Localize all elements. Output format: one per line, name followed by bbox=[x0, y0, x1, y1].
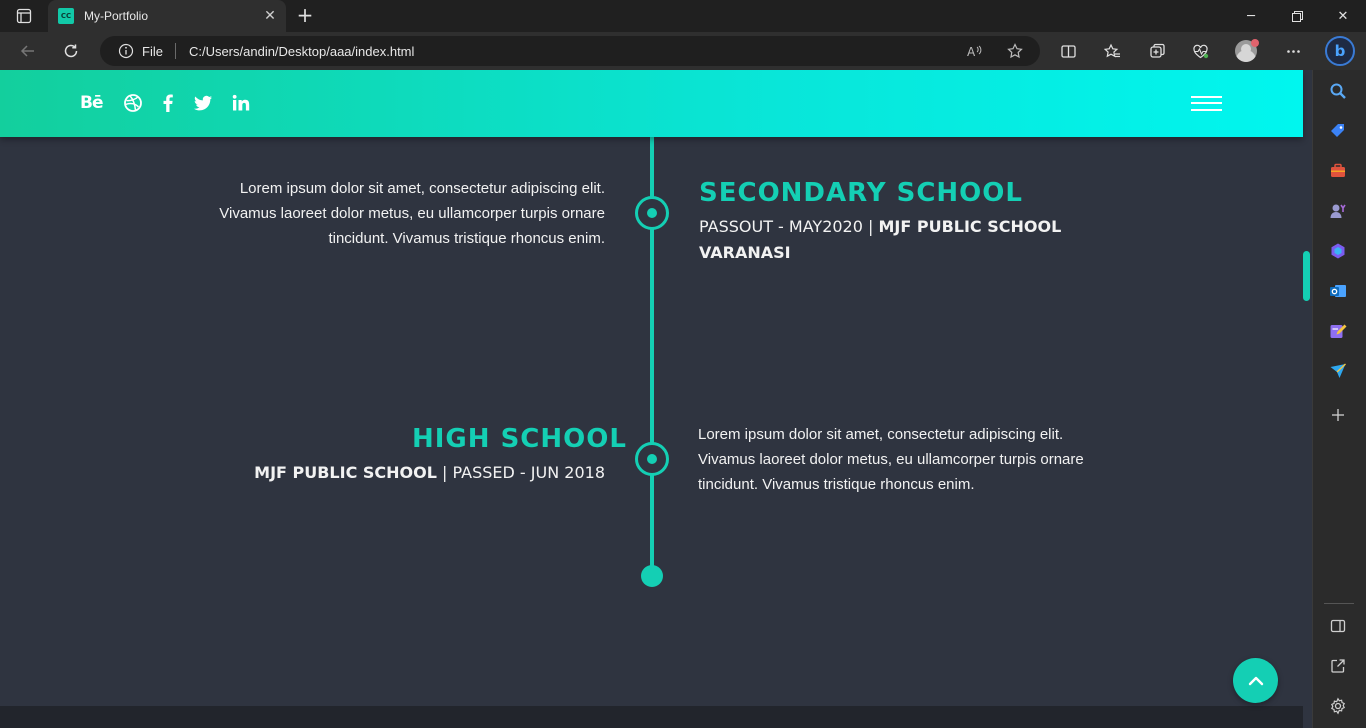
title-bar: CC My-Portfolio ✕ + ─ ✕ bbox=[0, 0, 1366, 32]
tab-title: My-Portfolio bbox=[84, 9, 149, 23]
settings-gear-icon[interactable] bbox=[1328, 696, 1348, 716]
site-header: Bē bbox=[0, 70, 1303, 137]
favorites-icon[interactable] bbox=[1102, 41, 1122, 61]
split-screen-icon[interactable] bbox=[1058, 41, 1078, 61]
tab-close-icon[interactable]: ✕ bbox=[262, 8, 278, 24]
high-school-title: HIGH SCHOOL bbox=[412, 424, 627, 454]
secondary-passout: PASSOUT - MAY2020 bbox=[699, 217, 863, 236]
more-options-icon[interactable] bbox=[1283, 41, 1303, 61]
secondary-school-details: PASSOUT - MAY2020 | MJF PUBLIC SCHOOL VA… bbox=[699, 214, 1099, 266]
outlook-icon[interactable] bbox=[1328, 281, 1348, 301]
address-scheme-label: File bbox=[142, 43, 163, 59]
tab-my-portfolio[interactable]: CC My-Portfolio ✕ bbox=[48, 0, 286, 32]
address-url[interactable]: C:/Users/andin/Desktop/aaa/index.html bbox=[189, 44, 414, 59]
favorite-star-icon[interactable] bbox=[1005, 41, 1025, 61]
hamburger-menu-icon[interactable] bbox=[1191, 96, 1222, 112]
secondary-separator: | bbox=[868, 217, 874, 236]
refresh-icon[interactable] bbox=[57, 37, 85, 65]
new-tab-button[interactable]: + bbox=[294, 5, 316, 27]
hide-sidebar-icon[interactable] bbox=[1328, 616, 1348, 636]
timeline-node-high bbox=[635, 442, 669, 476]
behance-link[interactable]: Bē bbox=[80, 92, 103, 114]
high-school-details: MJF PUBLIC SCHOOL | PASSED - JUN 2018 bbox=[200, 460, 605, 486]
page-scrollbar-track[interactable] bbox=[1303, 70, 1312, 728]
secondary-school-title: SECONDARY SCHOOL bbox=[699, 178, 1023, 208]
address-separator bbox=[174, 43, 176, 59]
profile-notification-badge bbox=[1251, 39, 1259, 47]
collections-icon[interactable] bbox=[1147, 41, 1167, 61]
facebook-icon[interactable] bbox=[158, 92, 178, 114]
tab-favicon-icon: CC bbox=[58, 8, 74, 24]
performance-heart-icon[interactable] bbox=[1190, 41, 1210, 61]
restore-icon[interactable] bbox=[1274, 0, 1320, 32]
bing-label: b bbox=[1334, 42, 1346, 60]
close-window-icon[interactable]: ✕ bbox=[1320, 0, 1366, 32]
tools-briefcase-icon[interactable] bbox=[1328, 161, 1348, 181]
back-icon[interactable] bbox=[14, 37, 42, 65]
scroll-to-top-button[interactable] bbox=[1233, 658, 1278, 703]
high-school-passed: PASSED - JUN 2018 bbox=[452, 463, 605, 482]
linkedin-icon[interactable] bbox=[231, 92, 251, 114]
footer-strip bbox=[0, 706, 1303, 728]
high-school-name: MJF PUBLIC SCHOOL bbox=[254, 463, 437, 482]
timeline-end-dot bbox=[641, 565, 663, 587]
tab-actions-icon[interactable] bbox=[12, 7, 36, 25]
address-bar[interactable]: File C:/Users/andin/Desktop/aaa/index.ht… bbox=[100, 36, 1040, 66]
games-icon[interactable] bbox=[1328, 201, 1348, 221]
shopping-tag-icon[interactable] bbox=[1328, 121, 1348, 141]
read-aloud-icon[interactable]: A bbox=[964, 41, 984, 61]
bing-copilot-icon[interactable]: b bbox=[1325, 36, 1355, 66]
high-school-separator: | bbox=[442, 463, 448, 482]
secondary-school-description: Lorem ipsum dolor sit amet, consectetur … bbox=[219, 180, 605, 247]
search-icon[interactable] bbox=[1328, 81, 1348, 101]
page-scrollbar-thumb[interactable] bbox=[1303, 251, 1310, 301]
minimize-icon[interactable]: ─ bbox=[1228, 0, 1274, 32]
copilot-icon[interactable] bbox=[1328, 241, 1348, 261]
svg-text:A: A bbox=[967, 45, 976, 59]
timeline-node-secondary bbox=[635, 196, 669, 230]
open-external-icon[interactable] bbox=[1328, 656, 1348, 676]
info-icon[interactable] bbox=[118, 43, 134, 59]
twitter-icon[interactable] bbox=[193, 92, 213, 114]
high-school-description: Lorem ipsum dolor sit amet, consectetur … bbox=[698, 426, 1084, 493]
chevron-up-icon bbox=[1248, 676, 1263, 685]
sidebar-divider bbox=[1324, 603, 1354, 604]
drawing-designer-icon[interactable] bbox=[1328, 321, 1348, 341]
page-viewport: Bē Lorem ipsum dolor sit amet, consectet… bbox=[0, 70, 1312, 728]
add-sidebar-app-icon[interactable] bbox=[1328, 405, 1348, 425]
dribbble-icon[interactable] bbox=[123, 92, 143, 114]
send-telegram-icon[interactable] bbox=[1328, 361, 1348, 381]
browser-toolbar: File C:/Users/andin/Desktop/aaa/index.ht… bbox=[0, 32, 1366, 70]
